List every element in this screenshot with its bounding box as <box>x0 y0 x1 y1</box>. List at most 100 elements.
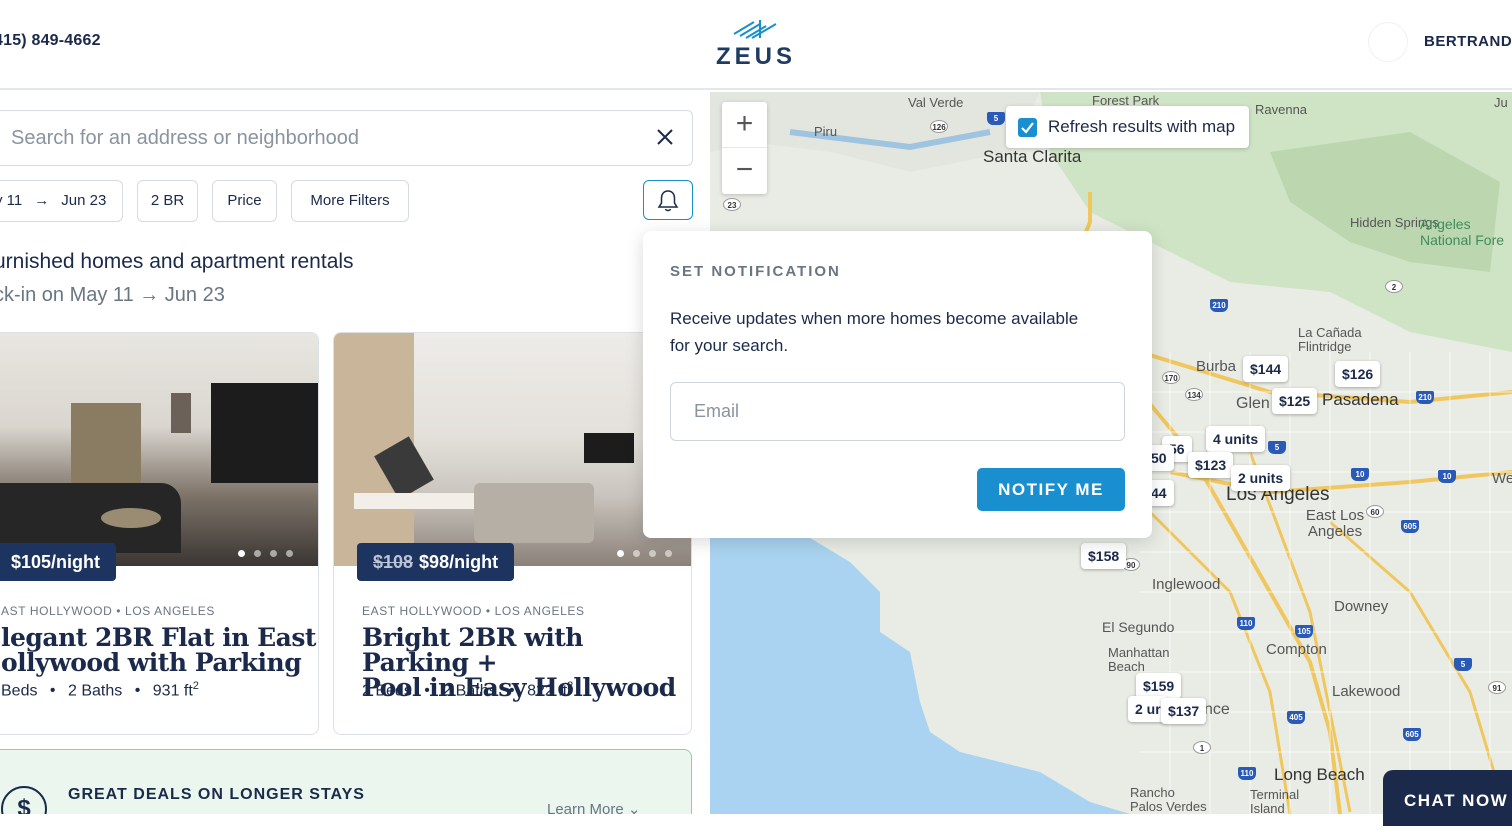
zoom-controls: + − <box>722 102 767 194</box>
highway-shield-icon: 210 <box>1210 299 1228 312</box>
highway-shield-icon: 126 <box>930 120 948 133</box>
area-unit-sup: 2 <box>567 680 574 692</box>
highway-shield-icon: 605 <box>1401 520 1419 533</box>
spec-separator: • <box>509 682 515 700</box>
map-price-pin[interactable]: $144 <box>1243 356 1289 382</box>
dollar-icon: $ <box>1 786 47 814</box>
chat-now-button[interactable]: CHAT NOW <box>1383 770 1512 826</box>
map-place-label: Wes <box>1492 470 1512 487</box>
map-place-label: Piru <box>814 124 838 139</box>
highway-shield-icon: 110 <box>1237 617 1255 630</box>
map-place-label: Manhattan Beach <box>1108 645 1170 674</box>
map-place-label: Compton <box>1266 641 1327 658</box>
price-tag: $108 $98/night <box>357 543 515 581</box>
refresh-label: Refresh results with map <box>1048 117 1236 136</box>
highway-shield-icon: 105 <box>1295 625 1313 638</box>
map-price-pin[interactable]: $158 <box>1081 543 1127 569</box>
listing-photo[interactable] <box>334 333 691 566</box>
search-input[interactable] <box>11 123 611 153</box>
notify-button[interactable] <box>643 180 693 220</box>
map-place-label: Ju <box>1494 95 1508 110</box>
results-heading: urnished homes and apartment rentals <box>0 250 354 273</box>
highway-shield-icon: 405 <box>1287 711 1305 724</box>
highway-shield-icon: 23 <box>723 198 741 211</box>
deal-title: GREAT DEALS ON LONGER STAYS <box>68 786 365 803</box>
carousel-dot[interactable] <box>617 550 624 557</box>
highway-shield-icon: 10 <box>1351 468 1369 481</box>
map-price-pin[interactable]: 4 units <box>1206 426 1266 452</box>
logo[interactable]: ZEUS <box>716 18 797 70</box>
nightly-price: $105/night <box>11 552 101 572</box>
highway-shield-icon: 1 <box>1193 741 1211 754</box>
zoom-in-button[interactable]: + <box>722 102 767 148</box>
carousel-dot[interactable] <box>270 550 277 557</box>
carousel-dot[interactable] <box>633 550 640 557</box>
refresh-results-toggle[interactable]: Refresh results with map <box>1006 106 1250 148</box>
baths-count: 2 Baths <box>67 682 123 700</box>
notify-me-button[interactable]: NOTIFY ME <box>977 468 1125 511</box>
listing-title-line: ollywood with Parking <box>1 648 302 677</box>
map-place-label: Long Beach <box>1274 765 1365 784</box>
logo-text: ZEUS <box>716 43 797 70</box>
spec-separator: • <box>424 682 430 700</box>
carousel-dot[interactable] <box>649 550 656 557</box>
close-icon[interactable] <box>652 125 678 151</box>
map-place-label: Downey <box>1334 598 1389 615</box>
highway-shield-icon: 110 <box>1238 767 1256 780</box>
map-price-pin[interactable]: $125 <box>1272 388 1318 414</box>
beds-count: 2 Beds <box>362 682 412 700</box>
carousel-dot[interactable] <box>254 550 261 557</box>
map-price-pin[interactable]: $137 <box>1161 698 1207 724</box>
map-place-label: Angeles National Fore <box>1420 216 1505 248</box>
date-start: y 11 <box>0 192 23 209</box>
highway-shield-icon: 5 <box>1454 658 1472 671</box>
listing-card[interactable]: $105/night AST HOLLYWOOD • LOS ANGELES l… <box>0 332 319 735</box>
photo-carousel-dots[interactable] <box>608 544 672 557</box>
arrow-right-icon: → <box>34 192 50 209</box>
beds-filter[interactable]: 2 BR <box>137 180 198 222</box>
filter-bar: y 11 → Jun 23 2 BR Price More Filters <box>0 180 710 222</box>
listing-photo[interactable] <box>0 333 318 566</box>
listing-card[interactable]: $108 $98/night EAST HOLLYWOOD • LOS ANGEL… <box>333 332 692 735</box>
zoom-out-button[interactable]: − <box>722 148 767 194</box>
learn-more-link[interactable]: Learn More ⌄ <box>547 800 640 814</box>
phone-number[interactable]: 415) 849-4662 <box>0 32 101 50</box>
map-price-pin[interactable]: $123 <box>1188 452 1234 478</box>
logo-mark-icon <box>733 20 777 39</box>
avatar[interactable] <box>1368 22 1408 62</box>
listing-title[interactable]: legant 2BR Flat in East ollywood with Pa… <box>1 625 316 675</box>
original-price: $108 <box>373 552 414 572</box>
highway-shield-icon: 170 <box>1162 371 1180 384</box>
map-price-pin[interactable]: $126 <box>1335 361 1381 387</box>
carousel-dot[interactable] <box>238 550 245 557</box>
refresh-checkbox[interactable] <box>1018 118 1037 137</box>
area-size: 822 ft <box>527 682 568 700</box>
highway-shield-icon: 605 <box>1403 728 1421 741</box>
notification-title: SET NOTIFICATION <box>670 263 841 280</box>
username[interactable]: BERTRAND <box>1424 33 1512 50</box>
map-place-label: Rancho Palos Verdes <box>1130 785 1207 814</box>
map-place-label: nce <box>1204 701 1230 718</box>
map-place-label: Hidden Springs <box>1350 215 1439 230</box>
checkmark-icon <box>1021 122 1034 134</box>
date-range-filter[interactable]: y 11 → Jun 23 <box>0 180 123 222</box>
spec-separator: • <box>49 682 56 700</box>
beds-count: Beds <box>1 682 38 700</box>
listing-location: EAST HOLLYWOOD • LOS ANGELES <box>362 604 585 618</box>
map-price-pin[interactable]: 2 units <box>1231 465 1291 491</box>
map-place-label: Pasadena <box>1322 390 1399 409</box>
map-place-label: Terminal Island <box>1250 787 1300 815</box>
map-place-label: La Cañada Flintridge <box>1298 325 1362 354</box>
results-panel: y 11 → Jun 23 2 BR Price More Filters urni… <box>0 92 710 814</box>
highway-shield-icon: 210 <box>1416 391 1434 404</box>
nightly-price: $98/night <box>419 552 499 572</box>
carousel-dot[interactable] <box>665 550 672 557</box>
area-unit-sup: 2 <box>192 680 199 692</box>
listing-specs: 2 Beds • 2 Baths • 822 ft2 <box>362 680 573 700</box>
highway-shield-icon: 2 <box>1385 280 1403 293</box>
price-filter[interactable]: Price <box>212 180 277 222</box>
email-field[interactable] <box>670 382 1125 441</box>
photo-carousel-dots[interactable] <box>229 544 293 557</box>
more-filters-button[interactable]: More Filters <box>291 180 409 222</box>
carousel-dot[interactable] <box>286 550 293 557</box>
